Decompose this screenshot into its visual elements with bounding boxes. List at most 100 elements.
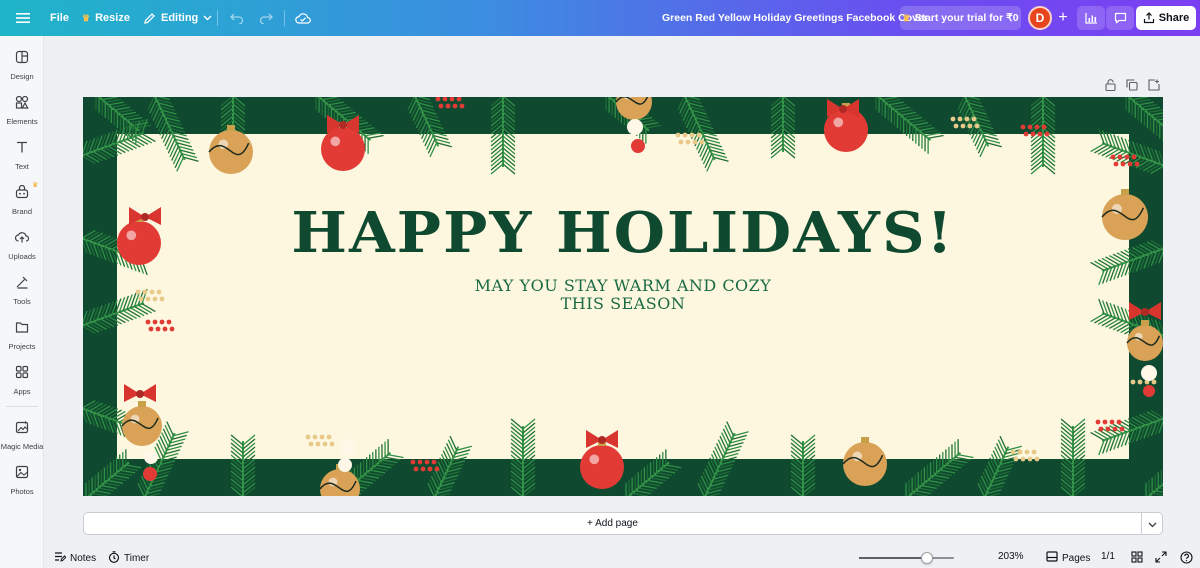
analytics-icon: [1084, 12, 1098, 24]
share-upload-icon: [1143, 12, 1155, 24]
berry: [1095, 419, 1101, 425]
sidebar-item-magic-media[interactable]: Magic Media: [0, 420, 44, 451]
berry: [1130, 379, 1136, 385]
white-bauble: [338, 458, 352, 472]
berry: [442, 97, 448, 102]
subline-line-2: THIS SEASON: [560, 294, 686, 313]
berry: [1010, 449, 1016, 455]
sidebar-item-uploads[interactable]: Uploads: [0, 230, 44, 261]
berry: [445, 103, 451, 109]
grid-view-button[interactable]: [1131, 551, 1143, 566]
pine-branch: [1060, 418, 1086, 496]
berry: [312, 434, 318, 440]
sidebar-item-brand[interactable]: ♛ Brand: [0, 182, 44, 216]
berry: [169, 326, 175, 332]
invite-plus-button[interactable]: +: [1052, 7, 1074, 29]
zoom-slider-knob[interactable]: [921, 552, 934, 564]
zoom-slider[interactable]: [859, 552, 954, 564]
pine-branch: [83, 449, 142, 496]
undo-button[interactable]: [230, 0, 244, 36]
pine-branch: [790, 434, 816, 496]
sidebar-item-design[interactable]: Design: [0, 50, 44, 81]
sidebar-item-apps[interactable]: Apps: [0, 365, 44, 396]
subline-line-1: MAY YOU STAY WARM AND COZY: [474, 276, 772, 295]
chevron-down-icon: [203, 15, 212, 21]
sidebar-item-projects[interactable]: Projects: [0, 320, 44, 351]
berry: [435, 97, 441, 102]
berry: [148, 326, 154, 332]
berry: [329, 441, 335, 447]
duplicate-icon[interactable]: [1125, 78, 1139, 92]
subline-text[interactable]: MAY YOU STAY WARM AND COZY THIS SEASON: [83, 277, 1163, 313]
berry: [155, 326, 161, 332]
berry: [420, 466, 426, 472]
berry: [950, 116, 956, 122]
document-title-text: Green Red Yellow Holiday Greetings Faceb…: [662, 12, 928, 24]
ornament-shine: [330, 136, 341, 147]
sidebar-item-text[interactable]: Text: [0, 140, 44, 171]
berry: [1034, 456, 1040, 462]
sidebar-item-label: Text: [15, 162, 29, 171]
sidebar-item-photos[interactable]: Photos: [0, 465, 44, 496]
pencil-icon: [143, 12, 156, 25]
redo-button[interactable]: [259, 0, 273, 36]
undo-icon: [230, 12, 244, 24]
file-menu[interactable]: File: [50, 0, 69, 36]
white-bauble: [340, 439, 356, 455]
notes-button[interactable]: Notes: [54, 551, 96, 565]
help-button[interactable]: [1180, 551, 1193, 567]
analytics-button[interactable]: [1077, 6, 1105, 30]
timer-button[interactable]: Timer: [108, 551, 149, 566]
zoom-percentage[interactable]: 203%: [998, 551, 1024, 562]
menu-button[interactable]: [16, 0, 30, 36]
left-sidebar: Design Elements Text ♛ Brand Uploads Too…: [0, 36, 44, 568]
avatar[interactable]: D: [1028, 6, 1052, 30]
sidebar-item-label: Design: [10, 72, 34, 81]
menu-icon: [16, 12, 30, 24]
sidebar-item-tools[interactable]: Tools: [0, 275, 44, 306]
headline-text[interactable]: HAPPY HOLIDAYS!: [83, 200, 1163, 266]
add-page-button[interactable]: + Add page: [83, 512, 1142, 535]
bow-knot: [339, 121, 347, 129]
lock-icon[interactable]: [1103, 78, 1117, 92]
add-page-options-button[interactable]: [1142, 512, 1163, 535]
cloud-save-button[interactable]: [295, 0, 311, 36]
berry: [1017, 449, 1023, 455]
add-page-label: + Add page: [587, 518, 638, 529]
photos-icon: [15, 465, 29, 484]
berry: [1027, 124, 1033, 130]
design-icon: [15, 50, 29, 69]
berry: [964, 116, 970, 122]
berry: [431, 459, 437, 465]
start-trial-button[interactable]: ♛ Start your trial for ₹0: [900, 6, 1021, 30]
toolbar-divider: [284, 10, 285, 26]
resize-label: Resize: [95, 12, 130, 24]
berry: [1120, 161, 1126, 167]
bottom-status-bar: Notes Timer 203% Pages 1/1: [44, 548, 1200, 568]
editing-mode-button[interactable]: Editing: [143, 0, 212, 36]
document-title[interactable]: Green Red Yellow Holiday Greetings Faceb…: [662, 0, 928, 36]
fullscreen-button[interactable]: [1155, 551, 1167, 566]
ornament-shine: [833, 117, 844, 128]
comment-button[interactable]: [1106, 6, 1134, 30]
top-toolbar: File ♛ Resize Editing Green Red Yellow H…: [0, 0, 1200, 36]
sidebar-item-label: Brand: [11, 207, 32, 216]
pine-branch: [872, 97, 944, 154]
sidebar-item-elements[interactable]: Elements: [0, 95, 44, 126]
berry: [1110, 154, 1116, 160]
share-button[interactable]: Share: [1136, 6, 1196, 30]
sidebar-item-label: Apps: [13, 387, 31, 396]
resize-button[interactable]: ♛ Resize: [82, 0, 130, 36]
berry: [305, 434, 311, 440]
berry: [1041, 124, 1047, 130]
berry: [1116, 419, 1122, 425]
berry: [1034, 124, 1040, 130]
design-canvas[interactable]: HAPPY HOLIDAYS! MAY YOU STAY WARM AND CO…: [83, 97, 1163, 496]
berry: [427, 466, 433, 472]
berry: [438, 103, 444, 109]
page-count-value: 1/1: [1101, 551, 1115, 562]
pages-button[interactable]: Pages: [1046, 551, 1090, 565]
pine-branch: [1142, 461, 1163, 496]
berry: [957, 116, 963, 122]
add-page-icon[interactable]: [1147, 78, 1161, 92]
